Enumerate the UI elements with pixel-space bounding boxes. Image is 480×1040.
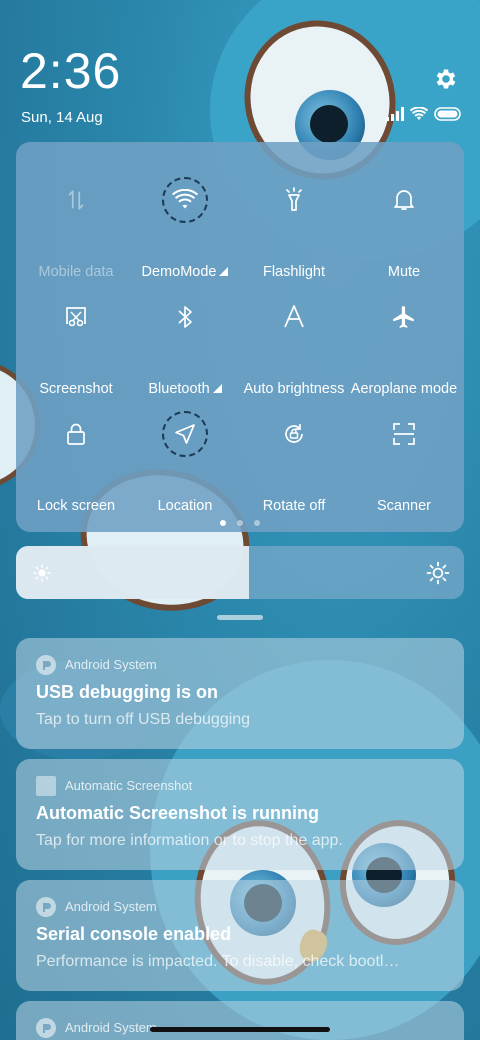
tile-label: Flashlight (262, 264, 326, 280)
signal-icon (386, 106, 404, 126)
airplane-icon (381, 294, 427, 340)
tile-label: Aeroplane mode (350, 381, 458, 397)
tile-label: Scanner (376, 498, 431, 514)
wifi-status-icon (409, 105, 429, 126)
brightness-slider[interactable] (16, 546, 464, 599)
notification-title: Automatic Screenshot is running (36, 803, 320, 823)
brightness-low-icon (32, 563, 52, 583)
tile-auto-brightness[interactable]: Auto brightness (238, 283, 350, 397)
notification-title: USB debugging is on (36, 682, 218, 702)
tile-rotate-off[interactable]: Rotate off (238, 400, 350, 514)
flashlight-icon (271, 177, 317, 223)
tile-demomode[interactable]: DemoMode (129, 166, 241, 280)
tile-screenshot[interactable]: Screenshot (20, 283, 132, 397)
wifi-icon (162, 177, 208, 223)
tile-label: Mobile data (38, 264, 114, 280)
system-status-icons (386, 105, 462, 126)
scanner-icon (381, 411, 427, 457)
gesture-nav-bar[interactable] (150, 1027, 330, 1032)
notification-card[interactable]: Android System USB debugging is on Tap t… (16, 638, 464, 749)
battery-icon (434, 106, 462, 126)
bell-icon (381, 177, 427, 223)
tile-location[interactable]: Location (129, 400, 241, 514)
tile-flashlight[interactable]: Flashlight (238, 166, 350, 280)
notification-app-name: Automatic Screenshot (65, 778, 193, 793)
android-system-icon (36, 897, 56, 917)
settings-gear-icon[interactable] (433, 66, 459, 92)
tile-lock-screen[interactable]: Lock screen (20, 400, 132, 514)
rotate-lock-icon (271, 411, 317, 457)
notification-title: Serial console enabled (36, 924, 232, 944)
tile-label: Rotate off (262, 498, 326, 514)
screenshot-icon (53, 294, 99, 340)
tile-mute[interactable]: Mute (348, 166, 460, 280)
tile-label: Auto brightness (243, 381, 345, 397)
notification-card[interactable]: Android System Serial console enabled Pe… (16, 880, 464, 991)
notification-app-name: Android System (65, 1020, 157, 1035)
tile-aeroplane-mode[interactable]: Aeroplane mode (348, 283, 460, 397)
notification-body: Performance is impacted. To disable, che… (36, 953, 400, 970)
mobile-data-icon (53, 177, 99, 223)
location-icon (162, 411, 208, 457)
lock-icon (53, 411, 99, 457)
android-system-icon (36, 655, 56, 675)
quick-settings-panel: Mobile data DemoMode Flashlight Mute Scr… (16, 142, 464, 532)
notification-body: Tap for more information or to stop the … (36, 832, 343, 849)
tile-label: Bluetooth (148, 381, 210, 397)
notification-body: Tap to turn off USB debugging (36, 711, 251, 728)
notification-card[interactable]: Automatic Screenshot Automatic Screensho… (16, 759, 464, 870)
notification-app-name: Android System (65, 899, 157, 914)
date[interactable]: Sun, 14 Aug (21, 109, 103, 126)
tile-label: Location (157, 498, 213, 514)
drag-handle[interactable] (217, 615, 263, 620)
clock[interactable]: 2:36 (20, 46, 121, 96)
page-dot (237, 520, 243, 526)
tile-scanner[interactable]: Scanner (348, 400, 460, 514)
tile-label: DemoMode (141, 264, 217, 280)
tile-bluetooth[interactable]: Bluetooth (129, 283, 241, 397)
page-dot (254, 520, 260, 526)
notification-card[interactable]: Android System (16, 1001, 464, 1040)
brightness-high-icon (426, 561, 450, 585)
page-indicator (16, 520, 464, 526)
auto-brightness-icon (271, 294, 317, 340)
expand-triangle-icon (212, 384, 222, 393)
tile-label: Mute (387, 264, 421, 280)
expand-triangle-icon (219, 267, 229, 276)
bluetooth-icon (162, 294, 208, 340)
page-dot (220, 520, 226, 526)
automatic-screenshot-icon (36, 776, 56, 796)
tile-label: Lock screen (36, 498, 116, 514)
tile-label: Screenshot (39, 381, 113, 397)
notification-app-name: Android System (65, 657, 157, 672)
tile-mobile-data[interactable]: Mobile data (20, 166, 132, 280)
android-system-icon (36, 1018, 56, 1038)
